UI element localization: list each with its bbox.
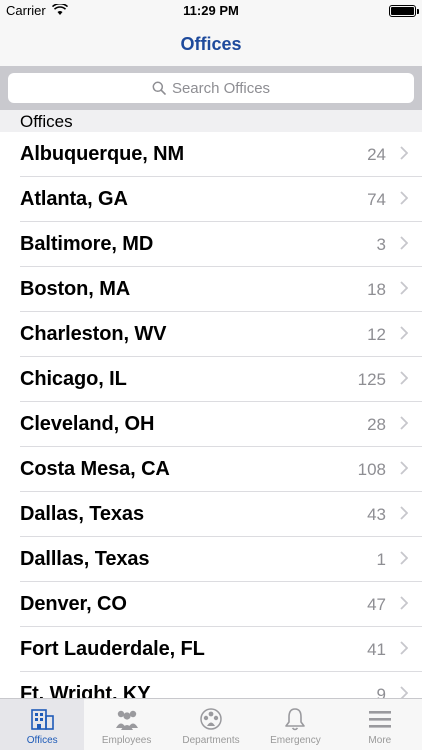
- employee-count: 18: [367, 280, 386, 299]
- departments-icon: [169, 705, 253, 733]
- office-name: Dalllas, Texas: [20, 548, 150, 570]
- office-name: Albuquerque, NM: [20, 143, 185, 165]
- tab-offices[interactable]: Offices: [0, 699, 85, 750]
- tab-more[interactable]: More: [338, 699, 422, 750]
- office-name: Dallas, Texas: [20, 503, 144, 525]
- search-icon: [152, 81, 166, 95]
- chevron-right-icon: [400, 686, 409, 698]
- navigation-bar: Offices: [0, 22, 422, 66]
- office-list: Albuquerque, NM 24 Atlanta, GA 74 Baltimore,…: [0, 132, 422, 698]
- tab-label: Employees: [101, 735, 152, 746]
- list-item[interactable]: Dalllas, Texas 1: [20, 537, 422, 582]
- bell-icon: [253, 705, 337, 733]
- employee-count: 1: [376, 550, 386, 569]
- employee-count: 3: [376, 235, 386, 254]
- list-item[interactable]: Fort Lauderdale, FL 41: [20, 627, 422, 672]
- people-icon: [84, 705, 168, 733]
- search-placeholder: Search Offices: [171, 79, 271, 97]
- tab-departments[interactable]: Departments: [169, 699, 253, 750]
- battery-icon: [389, 5, 419, 17]
- chevron-right-icon: [400, 146, 409, 165]
- office-name: Atlanta, GA: [20, 188, 128, 210]
- chevron-right-icon: [400, 371, 409, 390]
- list-item[interactable]: Baltimore, MD 3: [20, 222, 422, 267]
- tab-label: Offices: [26, 735, 58, 746]
- office-name: Ft. Wright, KY: [20, 683, 151, 698]
- employee-count: 125: [357, 370, 386, 389]
- chevron-right-icon: [400, 596, 409, 615]
- search-bar: Search Offices: [0, 66, 422, 110]
- chevron-right-icon: [400, 281, 409, 300]
- employee-count: 24: [367, 145, 386, 164]
- list-item[interactable]: Costa Mesa, CA 108: [20, 447, 422, 492]
- list-item[interactable]: Albuquerque, NM 24: [20, 132, 422, 177]
- status-bar: Carrier 11:29 PM: [0, 0, 422, 22]
- chevron-right-icon: [400, 551, 409, 570]
- search-input[interactable]: Search Offices: [8, 73, 414, 103]
- office-name: Fort Lauderdale, FL: [20, 638, 205, 660]
- office-name: Cleveland, OH: [20, 413, 155, 435]
- status-time: 11:29 PM: [183, 3, 239, 18]
- employee-count: 41: [367, 640, 386, 659]
- list-item[interactable]: Dallas, Texas 43: [20, 492, 422, 537]
- menu-icon: [338, 705, 422, 733]
- employee-count: 12: [367, 325, 386, 344]
- office-name: Chicago, IL: [20, 368, 127, 390]
- tab-employees[interactable]: Employees: [84, 699, 168, 750]
- section-header: Offices: [0, 110, 422, 132]
- chevron-right-icon: [400, 416, 409, 435]
- employee-count: 74: [367, 190, 386, 209]
- list-item[interactable]: Ft. Wright, KY 9: [20, 672, 422, 698]
- chevron-right-icon: [400, 191, 409, 210]
- chevron-right-icon: [400, 326, 409, 345]
- list-item[interactable]: Chicago, IL 125: [20, 357, 422, 402]
- tab-label: Emergency: [270, 735, 321, 746]
- battery-fill: [391, 7, 414, 15]
- office-name: Denver, CO: [20, 593, 127, 615]
- page-title: Offices: [180, 34, 242, 54]
- office-name: Costa Mesa, CA: [20, 458, 170, 480]
- list-item[interactable]: Cleveland, OH 28: [20, 402, 422, 447]
- chevron-right-icon: [400, 506, 409, 525]
- chevron-right-icon: [400, 641, 409, 660]
- list-item[interactable]: Charleston, WV 12: [20, 312, 422, 357]
- employee-count: 47: [367, 595, 386, 614]
- chevron-right-icon: [400, 461, 409, 480]
- employee-count: 108: [357, 460, 386, 479]
- tab-emergency[interactable]: Emergency: [253, 699, 337, 750]
- tab-label: Departments: [182, 735, 240, 746]
- chevron-right-icon: [400, 236, 409, 255]
- list-item[interactable]: Denver, CO 47: [20, 582, 422, 627]
- employee-count: 9: [376, 685, 386, 698]
- employee-count: 43: [367, 505, 386, 524]
- employee-count: 28: [367, 415, 386, 434]
- list-item[interactable]: Boston, MA 18: [20, 267, 422, 312]
- tab-label: More: [368, 735, 392, 746]
- office-name: Baltimore, MD: [20, 233, 154, 255]
- list-item[interactable]: Atlanta, GA 74: [20, 177, 422, 222]
- office-name: Charleston, WV: [20, 323, 167, 345]
- building-icon: [0, 705, 84, 733]
- office-name: Boston, MA: [20, 278, 131, 300]
- tab-bar: Offices Employees Departments Emergency More: [0, 698, 422, 750]
